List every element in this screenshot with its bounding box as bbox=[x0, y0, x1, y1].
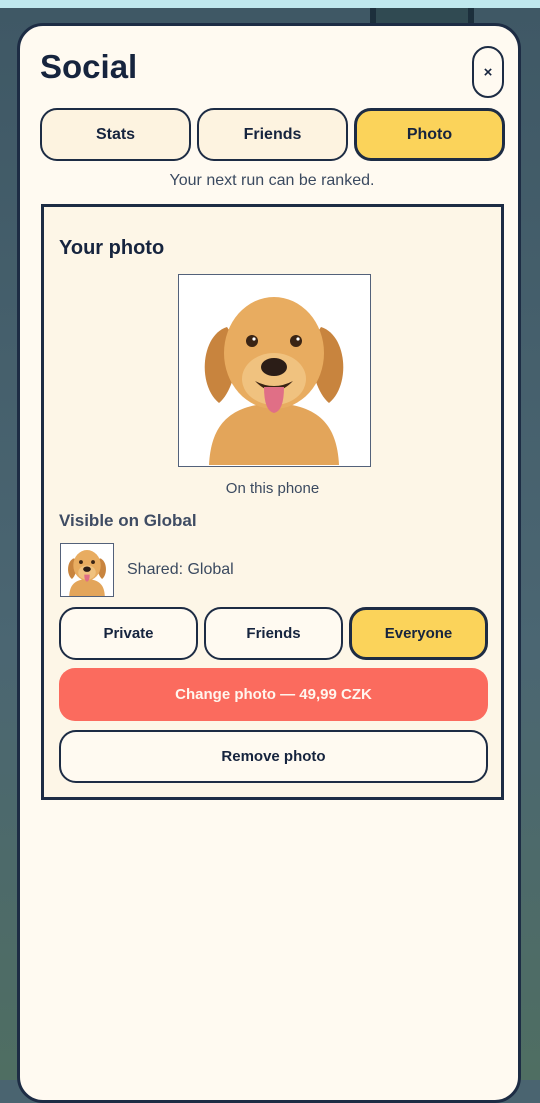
photo-location-caption: On this phone bbox=[225, 480, 320, 497]
tab-label: Photo bbox=[406, 125, 453, 143]
shared-photo-thumbnail bbox=[60, 543, 114, 597]
button-label: Remove photo bbox=[221, 748, 326, 765]
tab-stats[interactable]: Stats bbox=[40, 108, 191, 161]
change-photo-button[interactable]: Change photo — 49,99 CZK bbox=[59, 668, 488, 721]
button-label: Change photo — 49,99 CZK bbox=[175, 686, 372, 703]
profile-photo bbox=[178, 274, 371, 467]
visibility-heading: Visible on Global bbox=[59, 511, 197, 530]
visibility-everyone-button[interactable]: Everyone bbox=[349, 607, 488, 660]
panel-title: Your photo bbox=[59, 237, 165, 259]
tab-bar: Stats Friends Photo bbox=[40, 108, 505, 161]
background-sky bbox=[0, 0, 540, 8]
dog-thumbnail-image bbox=[61, 544, 113, 596]
tab-photo[interactable]: Photo bbox=[354, 108, 505, 161]
tab-label: Friends bbox=[243, 125, 302, 143]
ranking-status: Your next run can be ranked. bbox=[169, 172, 375, 189]
close-button[interactable]: × bbox=[472, 46, 504, 98]
social-modal: Social × Stats Friends Photo Your next r… bbox=[17, 23, 521, 1103]
remove-photo-button[interactable]: Remove photo bbox=[59, 730, 488, 783]
button-label: Private bbox=[103, 625, 154, 642]
button-label: Everyone bbox=[384, 625, 453, 642]
photo-panel: Your photo On this phone Visible on Glob… bbox=[41, 204, 504, 800]
dog-photo-image bbox=[179, 275, 369, 465]
shared-scope-text: Shared: Global bbox=[127, 561, 234, 578]
tab-friends[interactable]: Friends bbox=[197, 108, 348, 161]
close-icon: × bbox=[483, 63, 493, 81]
tab-label: Stats bbox=[95, 125, 136, 143]
button-label: Friends bbox=[246, 625, 301, 642]
visibility-private-button[interactable]: Private bbox=[59, 607, 198, 660]
modal-title: Social bbox=[40, 48, 138, 85]
visibility-friends-button[interactable]: Friends bbox=[204, 607, 343, 660]
